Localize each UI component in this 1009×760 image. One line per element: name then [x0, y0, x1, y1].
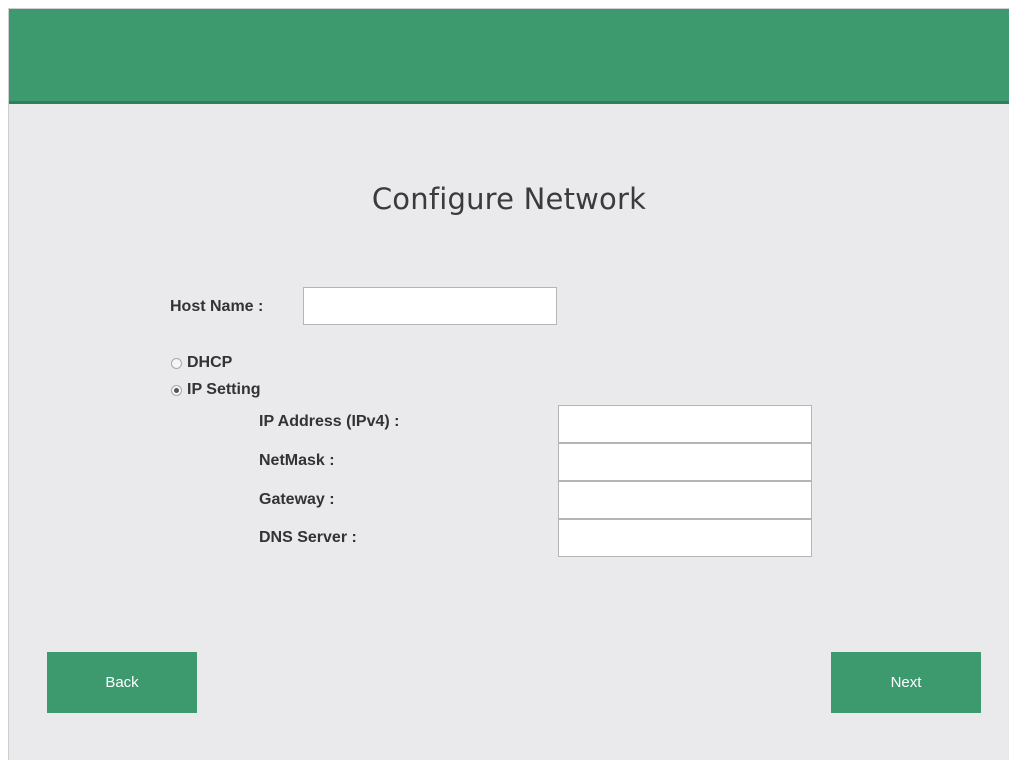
- dhcp-radio[interactable]: [171, 357, 182, 369]
- next-button[interactable]: Next: [831, 652, 981, 713]
- ip-address-label: IP Address (IPv4) :: [259, 413, 400, 430]
- dhcp-option[interactable]: DHCP: [171, 354, 232, 372]
- header-bar: [9, 9, 1009, 104]
- dns-server-input[interactable]: [558, 519, 812, 557]
- back-button[interactable]: Back: [47, 652, 197, 713]
- dns-server-label: DNS Server :: [259, 529, 357, 546]
- host-name-input[interactable]: [303, 287, 557, 325]
- setup-wizard-window: Configure Network Host Name : DHCP IP Se…: [8, 8, 1009, 760]
- gateway-label: Gateway :: [259, 491, 335, 508]
- ip-address-input[interactable]: [558, 405, 812, 443]
- netmask-input[interactable]: [558, 443, 812, 481]
- ip-setting-label[interactable]: IP Setting: [187, 381, 261, 399]
- page-title: Configure Network: [371, 182, 647, 216]
- gateway-input[interactable]: [558, 481, 812, 519]
- ip-setting-option[interactable]: IP Setting: [171, 381, 261, 399]
- netmask-label: NetMask :: [259, 452, 335, 469]
- ip-setting-radio[interactable]: [171, 384, 182, 396]
- host-name-label: Host Name :: [170, 298, 264, 315]
- dhcp-label[interactable]: DHCP: [187, 354, 232, 372]
